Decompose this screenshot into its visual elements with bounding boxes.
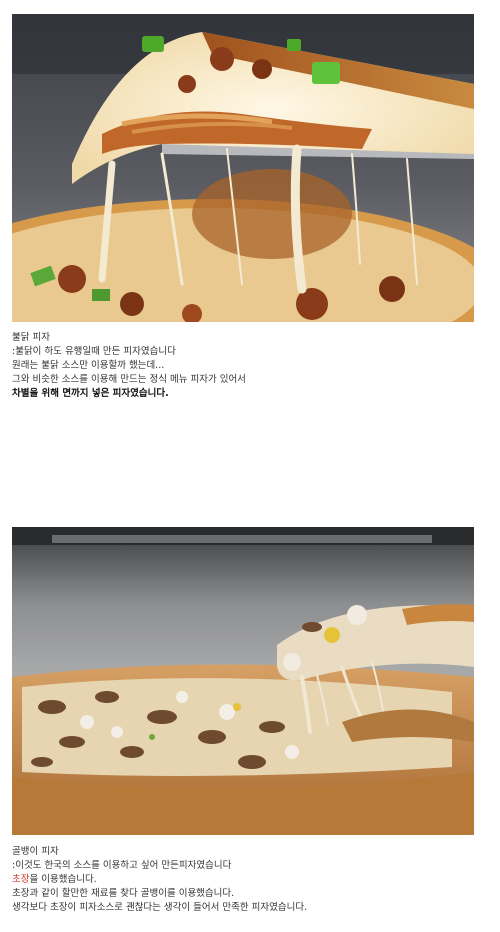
golbaengi-pizza-line-2-rest: 을 이용했습니다. [29, 874, 97, 885]
golbaengi-pizza-line-4: 생각보다 초장이 피자소스로 괜찮다는 생각이 들어서 만족한 피자였습니다. [12, 902, 308, 913]
buldak-pizza-photo [12, 14, 474, 322]
buldak-pizza-line-1: :불닭이 하도 유행일때 만든 피자였습니다 [12, 346, 176, 357]
golbaengi-pizza-photo [12, 527, 474, 835]
buldak-pizza-caption: 불닭 피자 :불닭이 하도 유행일때 만든 피자였습니다 원래는 불닭 소스만 … [12, 331, 246, 401]
buldak-pizza-emphasis: 차별을 위해 면까지 넣은 피자였습니다. [12, 388, 169, 399]
golbaengi-pizza-title: 골뱅이 피자 [12, 846, 59, 857]
golbaengi-pizza-line-2: 초장을 이용했습니다. [12, 873, 307, 887]
buldak-pizza-title: 불닭 피자 [12, 332, 50, 343]
golbaengi-pizza-line-3: 초장과 같이 할만한 재료를 찾다 골뱅이를 이용했습니다. [12, 888, 235, 899]
golbaengi-pizza-line-1: :이것도 한국의 소스를 이용하고 싶어 만든피자였습니다 [12, 860, 232, 871]
golbaengi-pizza-caption: 골뱅이 피자 :이것도 한국의 소스를 이용하고 싶어 만든피자였습니다 초장을… [12, 845, 307, 915]
buldak-pizza-line-3: 그와 비슷한 소스를 이용해 만드는 정식 메뉴 피자가 있어서 [12, 374, 246, 385]
buldak-pizza-line-2: 원래는 불닭 소스만 이용할까 했는데... [12, 360, 165, 371]
chojang-highlight: 초장 [12, 874, 30, 885]
